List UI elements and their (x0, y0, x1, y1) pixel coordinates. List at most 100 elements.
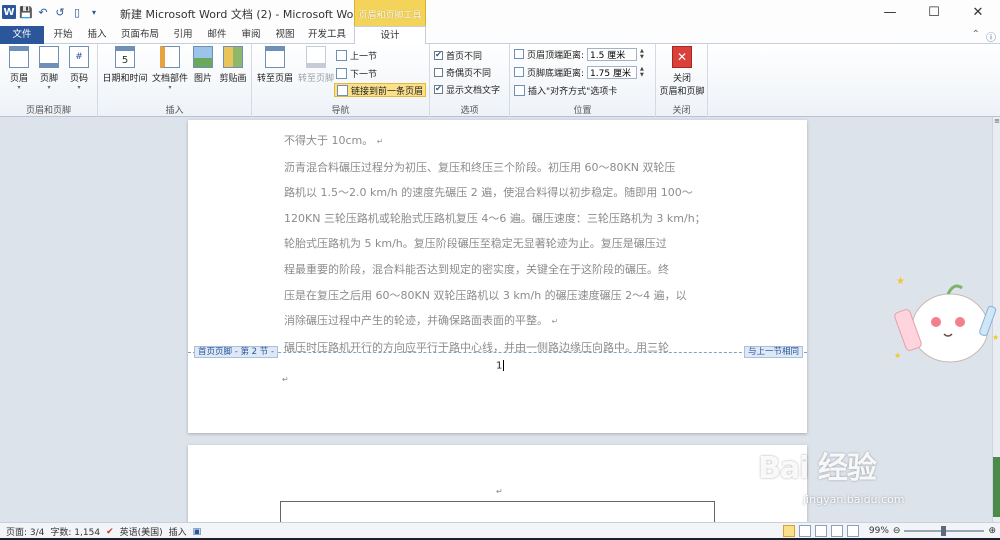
header-top-distance: 页眉顶端距离: ▲▼ (514, 47, 644, 61)
group-label-header-footer: 页眉和页脚 (25, 106, 71, 116)
spinner-arrows-icon[interactable]: ▲ ▼ (640, 66, 644, 78)
svg-text:★: ★ (896, 276, 905, 287)
insert-alignment-tab-button[interactable]: 插入"对齐方式"选项卡 (514, 83, 617, 97)
redo-icon[interactable]: ↺ (53, 5, 67, 19)
footer-bottom-distance: 页脚底端距离: ▲▼ (514, 65, 644, 79)
different-first-page-checkbox[interactable]: ✔ 首页不同 (434, 48, 482, 62)
footer-page-number[interactable]: 1 (496, 360, 504, 372)
web-layout-view-icon[interactable] (814, 525, 827, 537)
minimize-button[interactable]: — (868, 0, 912, 24)
zoom-slider-thumb[interactable] (941, 526, 947, 536)
zoom-in-icon[interactable]: ⊕ (988, 526, 996, 536)
group-position: 页眉顶端距离: ▲▼ 页脚底端距离: ▲▼ 插入"对齐方式"选项卡 位置 (510, 44, 656, 117)
picture-button[interactable]: 图片 (190, 46, 216, 94)
spinner-arrows-icon[interactable]: ▲ ▼ (640, 48, 644, 60)
context-tab-group-label: 页眉和页脚工具 (358, 11, 422, 21)
tab-view[interactable]: 视图 (270, 26, 300, 44)
group-navigation: 转至页眉 转至页脚 上一节 下一节 链接到前一条页眉 导航 (252, 44, 430, 117)
macro-record-icon[interactable]: ▣ (193, 527, 202, 537)
context-tab-group: 页眉和页脚工具 (354, 0, 426, 26)
checkbox-checked-icon: ✔ (434, 50, 443, 60)
header-button[interactable]: 页眉 ▾ (2, 46, 36, 94)
checkbox-checked-icon: ✔ (434, 84, 443, 94)
different-odd-even-checkbox[interactable]: 奇偶页不同 (434, 65, 491, 79)
tab-home[interactable]: 开始 (48, 26, 78, 44)
page-number-icon: # (69, 46, 89, 68)
insert-mode-indicator[interactable]: 插入 (169, 525, 187, 538)
goto-footer-icon (306, 46, 326, 68)
goto-footer-button[interactable]: 转至页脚 (296, 46, 336, 94)
checkbox-unchecked-icon (434, 67, 443, 77)
header-top-distance-input[interactable] (587, 47, 638, 61)
page-number-button[interactable]: # 页码 ▾ (62, 46, 96, 94)
close-window-button[interactable]: ✕ (956, 0, 1000, 24)
next-section-button[interactable]: 下一节 (336, 66, 377, 80)
full-screen-view-icon[interactable] (798, 525, 811, 537)
help-icon[interactable]: ⓘ (986, 29, 996, 44)
header-table[interactable] (280, 501, 715, 522)
tab-design[interactable]: 设计 (354, 26, 426, 45)
ribbon-options: ⌃ ⓘ (972, 29, 996, 44)
document-body[interactable]: 不得大于 10cm。 ↵ 沥青混合料碾压过程分为初压、复压和终压三个阶段。初压用… (284, 128, 714, 360)
show-document-text-checkbox[interactable]: ✔ 显示文档文字 (434, 82, 500, 96)
zoom-level[interactable]: 99% (869, 526, 889, 536)
paragraph-line: 压是在复压之后用 60～80KN 双轮压路机以 3 km/h 的碾压速度碾压 2… (284, 288, 687, 302)
zoom-out-icon[interactable]: ⊖ (893, 526, 901, 536)
group-label-options: 选项 (460, 106, 479, 116)
tab-mailings[interactable]: 邮件 (202, 26, 232, 44)
close-header-footer-button[interactable]: ✕ 关闭 页眉和页脚 (658, 46, 706, 97)
word-logo-icon[interactable]: W (2, 5, 16, 19)
link-to-previous-button[interactable]: 链接到前一条页眉 (334, 83, 427, 97)
previous-section-button[interactable]: 上一节 (336, 48, 377, 62)
outline-view-icon[interactable] (830, 525, 843, 537)
paragraph-mark: ↵ (282, 375, 289, 384)
print-layout-view-icon[interactable] (782, 525, 795, 537)
view-zoom-controls: 99% ⊖ ⊕ (782, 525, 996, 537)
draft-view-icon[interactable] (846, 525, 859, 537)
group-close: ✕ 关闭 页眉和页脚 关闭 (656, 44, 708, 117)
cartoon-sticker-image: ★ ★ ★ (888, 270, 1000, 370)
date-time-button[interactable]: 5 日期和时间 (100, 46, 150, 94)
maximize-button[interactable]: ☐ (912, 0, 956, 24)
paragraph-mark: ↵ (496, 487, 503, 496)
document-parts-button[interactable]: 文档部件 ▾ (150, 46, 190, 94)
baidu-jingyan-watermark: Bai 经验 jingyan.baidu.com (758, 443, 968, 513)
tab-page-layout[interactable]: 页面布局 (116, 26, 164, 44)
previous-section-icon (336, 49, 347, 61)
new-document-icon[interactable]: ▯ (70, 5, 84, 19)
group-insert: 5 日期和时间 文档部件 ▾ 图片 剪贴画 插入 (98, 44, 252, 117)
calendar-icon: 5 (115, 46, 135, 68)
footer-bottom-distance-input[interactable] (587, 65, 638, 79)
paragraph-mark: ↵ (376, 137, 384, 146)
proofing-icon[interactable]: ✔ (106, 527, 114, 537)
tab-references[interactable]: 引用 (168, 26, 198, 44)
group-label-position: 位置 (573, 106, 592, 116)
zoom-slider[interactable] (904, 526, 985, 536)
watermark-url: jingyan.baidu.com (803, 493, 905, 506)
paragraph-line: 沥青混合料碾压过程分为初压、复压和终压三个阶段。初压用 60～80KN 双轮压 (284, 160, 676, 174)
page-count[interactable]: 页面: 3/4 (6, 525, 44, 538)
page: ↵ (188, 445, 807, 522)
alignment-tab-icon (514, 84, 525, 96)
tab-file[interactable]: 文件 (0, 26, 44, 44)
word-count[interactable]: 字数: 1,154 (50, 525, 100, 538)
tab-developer[interactable]: 开发工具 (304, 26, 350, 44)
dropdown-arrow-icon: ▾ (17, 84, 21, 91)
ruler-toggle-icon[interactable]: ≡ (993, 117, 1000, 127)
paragraph-mark: ↵ (551, 317, 559, 327)
picture-icon (193, 46, 213, 68)
customize-qat-icon[interactable]: ▾ (87, 5, 101, 19)
group-header-footer: 页眉 ▾ 页脚 ▾ # 页码 ▾ 页眉和页脚 (0, 44, 98, 117)
tab-review[interactable]: 审阅 (236, 26, 266, 44)
footer-button[interactable]: 页脚 ▾ (32, 46, 66, 94)
minimize-ribbon-icon[interactable]: ⌃ (972, 29, 980, 44)
goto-header-button[interactable]: 转至页眉 (254, 46, 296, 94)
tab-insert[interactable]: 插入 (82, 26, 112, 44)
scrollbar-thumb[interactable] (993, 457, 1000, 517)
clipart-button[interactable]: 剪贴画 (216, 46, 250, 94)
paragraph-line: 碾压时压路机开行的方向应平行于路中心线，并由一侧路边缘压向路中。用三轮 (284, 340, 669, 354)
undo-icon[interactable]: ↶ (36, 5, 50, 19)
save-icon[interactable]: 💾 (19, 5, 33, 19)
language-indicator[interactable]: 英语(美国) (120, 525, 163, 538)
dropdown-arrow-icon: ▾ (47, 84, 51, 91)
